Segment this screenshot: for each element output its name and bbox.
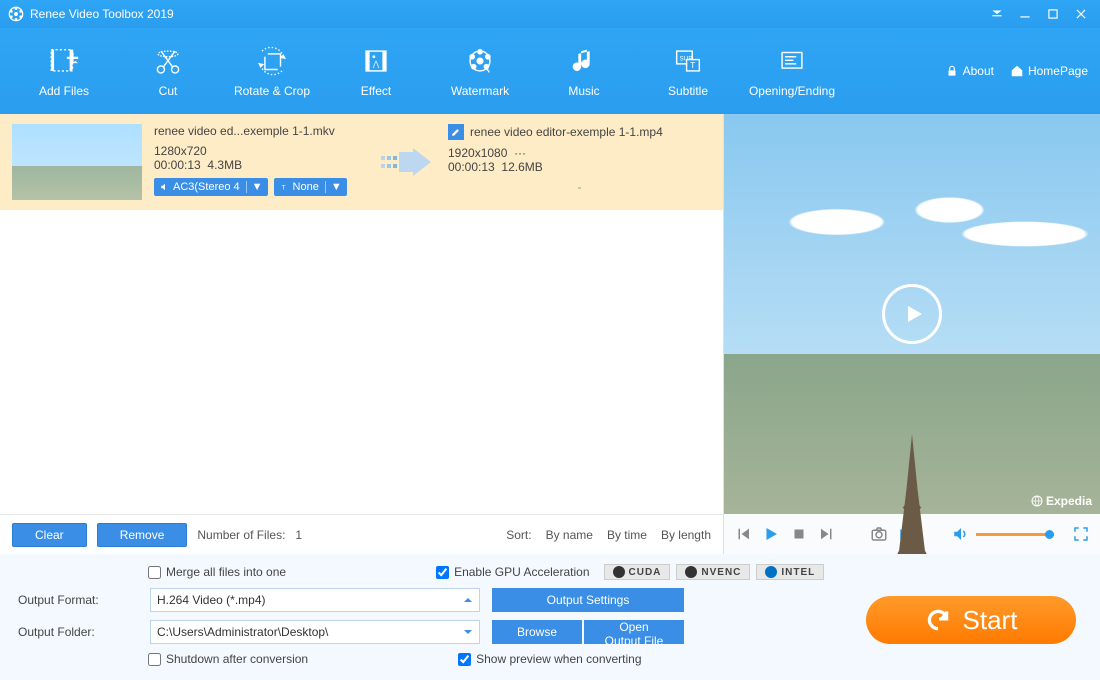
prev-track-icon[interactable]	[734, 525, 752, 543]
source-info: renee video ed...exemple 1-1.mkv 1280x72…	[154, 124, 364, 200]
about-link[interactable]: About	[945, 64, 994, 78]
merge-checkbox[interactable]: Merge all files into one	[148, 565, 286, 579]
fullscreen-icon[interactable]	[1072, 525, 1090, 543]
open-output-button[interactable]: Open Output File	[584, 620, 684, 644]
home-icon	[1010, 64, 1024, 78]
progress-placeholder: -	[448, 180, 711, 194]
preview-pane: Expedia	[724, 114, 1100, 554]
play-overlay-button[interactable]	[882, 284, 942, 344]
destination-size: 12.6MB	[501, 160, 542, 174]
output-settings-button[interactable]: Output Settings	[492, 588, 684, 612]
watermark-label: Watermark	[451, 84, 509, 98]
cuda-badge: CUDA	[604, 564, 671, 580]
edit-name-button[interactable]	[448, 124, 464, 140]
start-button[interactable]: Start	[866, 596, 1076, 644]
watermark-icon	[463, 44, 497, 78]
gpu-checkbox[interactable]: Enable GPU Acceleration	[436, 565, 589, 579]
destination-resolution: 1920x1080	[448, 146, 507, 160]
rotate-crop-label: Rotate & Crop	[234, 84, 310, 98]
output-format-combo[interactable]: H.264 Video (*.mp4)	[150, 588, 480, 612]
destination-info: renee video editor-exemple 1-1.mp4 1920x…	[448, 124, 711, 200]
music-icon	[567, 44, 601, 78]
volume-slider[interactable]	[976, 533, 1054, 536]
video-watermark: Expedia	[1031, 494, 1092, 508]
main-area: renee video ed...exemple 1-1.mkv 1280x72…	[0, 114, 1100, 554]
refresh-icon	[925, 607, 951, 633]
speaker-icon	[160, 182, 170, 192]
maximize-icon[interactable]	[1046, 7, 1060, 21]
sort-by-time[interactable]: By time	[607, 528, 647, 542]
music-label: Music	[568, 84, 599, 98]
close-icon[interactable]	[1074, 7, 1088, 21]
destination-duration: 00:00:13	[448, 160, 495, 174]
audio-pill[interactable]: AC3(Stereo 4▼	[154, 178, 268, 196]
effect-button[interactable]: Effect	[324, 32, 428, 110]
pencil-icon	[451, 127, 461, 137]
sort-label: Sort:	[506, 528, 531, 542]
file-count-label: Number of Files:	[197, 528, 285, 542]
remove-button[interactable]: Remove	[97, 523, 188, 547]
subtitle-pill[interactable]: TNone▼	[274, 178, 347, 196]
svg-text:T: T	[690, 60, 695, 70]
sort-by-name[interactable]: By name	[546, 528, 593, 542]
play-button-icon[interactable]	[762, 525, 780, 543]
effect-label: Effect	[361, 84, 391, 98]
opening-ending-button[interactable]: Opening/Ending	[740, 32, 844, 110]
browse-button[interactable]: Browse	[492, 620, 582, 644]
source-resolution: 1280x720	[154, 144, 364, 158]
cut-label: Cut	[159, 84, 178, 98]
source-filename: renee video ed...exemple 1-1.mkv	[154, 124, 364, 138]
file-list-pane: renee video ed...exemple 1-1.mkv 1280x72…	[0, 114, 724, 554]
add-files-label: Add Files	[39, 84, 89, 98]
cut-button[interactable]: Cut	[116, 32, 220, 110]
next-track-icon[interactable]	[818, 525, 836, 543]
app-logo-icon	[8, 6, 24, 22]
subtitle-button[interactable]: SUBT Subtitle	[636, 32, 740, 110]
svg-text:T: T	[281, 185, 285, 192]
add-files-icon	[47, 44, 81, 78]
destination-filename: renee video editor-exemple 1-1.mp4	[470, 125, 663, 139]
convert-arrow-icon	[376, 124, 436, 200]
homepage-link[interactable]: HomePage	[1010, 64, 1088, 78]
lock-icon	[945, 64, 959, 78]
source-duration: 00:00:13	[154, 158, 201, 172]
dropdown-icon[interactable]	[990, 7, 1004, 21]
nvenc-badge: NVENC	[676, 564, 750, 580]
preview-checkbox[interactable]: Show preview when converting	[458, 652, 641, 666]
subtitle-label: Subtitle	[668, 84, 708, 98]
effect-icon	[359, 44, 393, 78]
cut-icon	[151, 44, 185, 78]
music-button[interactable]: Music	[532, 32, 636, 110]
opening-ending-icon	[775, 44, 809, 78]
chevron-up-icon	[463, 595, 473, 605]
opening-ending-label: Opening/Ending	[749, 84, 835, 98]
add-files-button[interactable]: Add Files	[12, 32, 116, 110]
file-row[interactable]: renee video ed...exemple 1-1.mkv 1280x72…	[0, 114, 723, 210]
file-list-toolbar: Clear Remove Number of Files: 1 Sort: By…	[0, 514, 723, 554]
output-format-label: Output Format:	[18, 593, 138, 607]
rotate-crop-button[interactable]: Rotate & Crop	[220, 32, 324, 110]
video-preview[interactable]: Expedia	[724, 114, 1100, 514]
minimize-icon[interactable]	[1018, 7, 1032, 21]
watermark-button[interactable]: Watermark	[428, 32, 532, 110]
shutdown-checkbox[interactable]: Shutdown after conversion	[148, 652, 308, 666]
main-toolbar: Add Files Cut Rotate & Crop Effect Water…	[0, 28, 1100, 114]
play-icon	[902, 302, 926, 326]
source-size: 4.3MB	[207, 158, 242, 172]
subtitle-icon: SUBT	[671, 44, 705, 78]
output-folder-label: Output Folder:	[18, 625, 138, 639]
output-folder-combo[interactable]: C:\Users\Administrator\Desktop\	[150, 620, 480, 644]
stop-icon[interactable]	[790, 525, 808, 543]
intel-badge: INTEL	[756, 564, 824, 580]
chevron-down-icon	[463, 627, 473, 637]
title-bar: Renee Video Toolbox 2019	[0, 0, 1100, 28]
file-thumbnail	[12, 124, 142, 200]
text-icon: T	[280, 182, 290, 192]
file-count-value: 1	[295, 528, 302, 542]
app-title: Renee Video Toolbox 2019	[30, 7, 174, 21]
clear-button[interactable]: Clear	[12, 523, 87, 547]
sort-by-length[interactable]: By length	[661, 528, 711, 542]
rotate-crop-icon	[255, 44, 289, 78]
